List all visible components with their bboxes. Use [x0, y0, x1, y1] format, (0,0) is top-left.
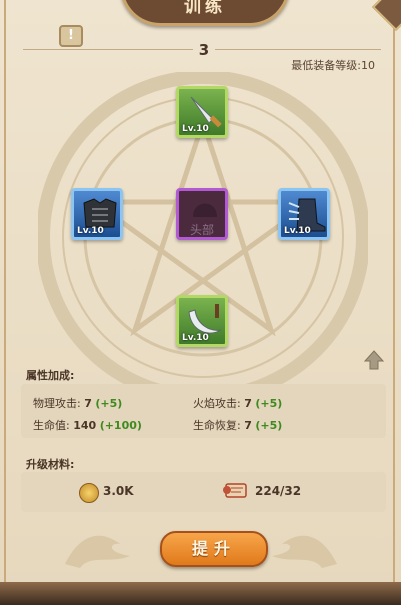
dragon-ornament-right — [272, 535, 337, 568]
attr-health-regen: 生命恢复: 7 (+5) — [193, 417, 282, 433]
attr-fire-attack: 火焰攻击: 7 (+5) — [193, 395, 282, 411]
slot-level: Lv.10 — [77, 226, 104, 236]
training-panel: 训练 ! 3 最低装备等级:10 Lv.10 Lv.10 头部 Lv.10 Lv… — [0, 0, 401, 605]
attr-label: 物理攻击: — [33, 397, 81, 410]
attr-physical-attack: 物理攻击: 7 (+5) — [33, 395, 122, 411]
attr-label: 火焰攻击: — [193, 397, 241, 410]
attr-value: 140 — [73, 419, 97, 432]
coin-amount: 3.0K — [103, 484, 134, 498]
up-arrow-icon[interactable] — [363, 349, 385, 371]
attr-label: 生命值: — [33, 419, 70, 432]
scroll-icon — [223, 483, 247, 498]
attr-health: 生命值: 140 (+100) — [33, 417, 142, 433]
equip-slot-head[interactable]: 头部 — [176, 188, 228, 240]
equip-slot-offhand[interactable]: Lv.10 — [176, 295, 228, 347]
page-title: 训练 — [184, 0, 226, 17]
equip-slot-armor[interactable]: Lv.10 — [71, 188, 123, 240]
helmet-icon — [193, 203, 217, 217]
title-plate: 训练 — [120, 0, 290, 26]
attr-value: 7 — [84, 397, 92, 410]
attributes-box: 物理攻击: 7 (+5) 火焰攻击: 7 (+5) 生命值: 140 (+100… — [21, 384, 386, 438]
coin-icon — [79, 483, 99, 503]
divider — [215, 49, 381, 50]
attr-bonus: (+5) — [255, 419, 283, 432]
slot-level: Lv.10 — [182, 124, 209, 134]
attr-value: 7 — [244, 397, 252, 410]
min-equip-level: 最低装备等级:10 — [291, 59, 375, 72]
attributes-title: 属性加成: — [26, 369, 75, 382]
slot-level: Lv.10 — [182, 333, 209, 343]
divider — [23, 49, 193, 50]
attr-label: 生命恢复: — [193, 419, 241, 432]
attr-bonus: (+5) — [255, 397, 283, 410]
dragon-ornament-left — [65, 535, 130, 568]
slot-level: Lv.10 — [284, 226, 311, 236]
attr-value: 7 — [244, 419, 252, 432]
bottom-rim — [0, 582, 401, 605]
attr-bonus: (+5) — [95, 397, 123, 410]
materials-title: 升级材料: — [26, 458, 75, 471]
training-level: 3 — [198, 41, 210, 59]
materials-box: 3.0K 224/32 — [21, 472, 386, 512]
upgrade-button[interactable]: 提升 — [160, 531, 268, 567]
slot-label-head: 头部 — [189, 223, 214, 237]
attr-bonus: (+100) — [99, 419, 142, 432]
equip-slot-weapon[interactable]: Lv.10 — [176, 86, 228, 138]
scroll-amount: 224/32 — [255, 484, 302, 498]
equip-slot-boots[interactable]: Lv.10 — [278, 188, 330, 240]
info-button[interactable]: ! — [59, 25, 83, 47]
